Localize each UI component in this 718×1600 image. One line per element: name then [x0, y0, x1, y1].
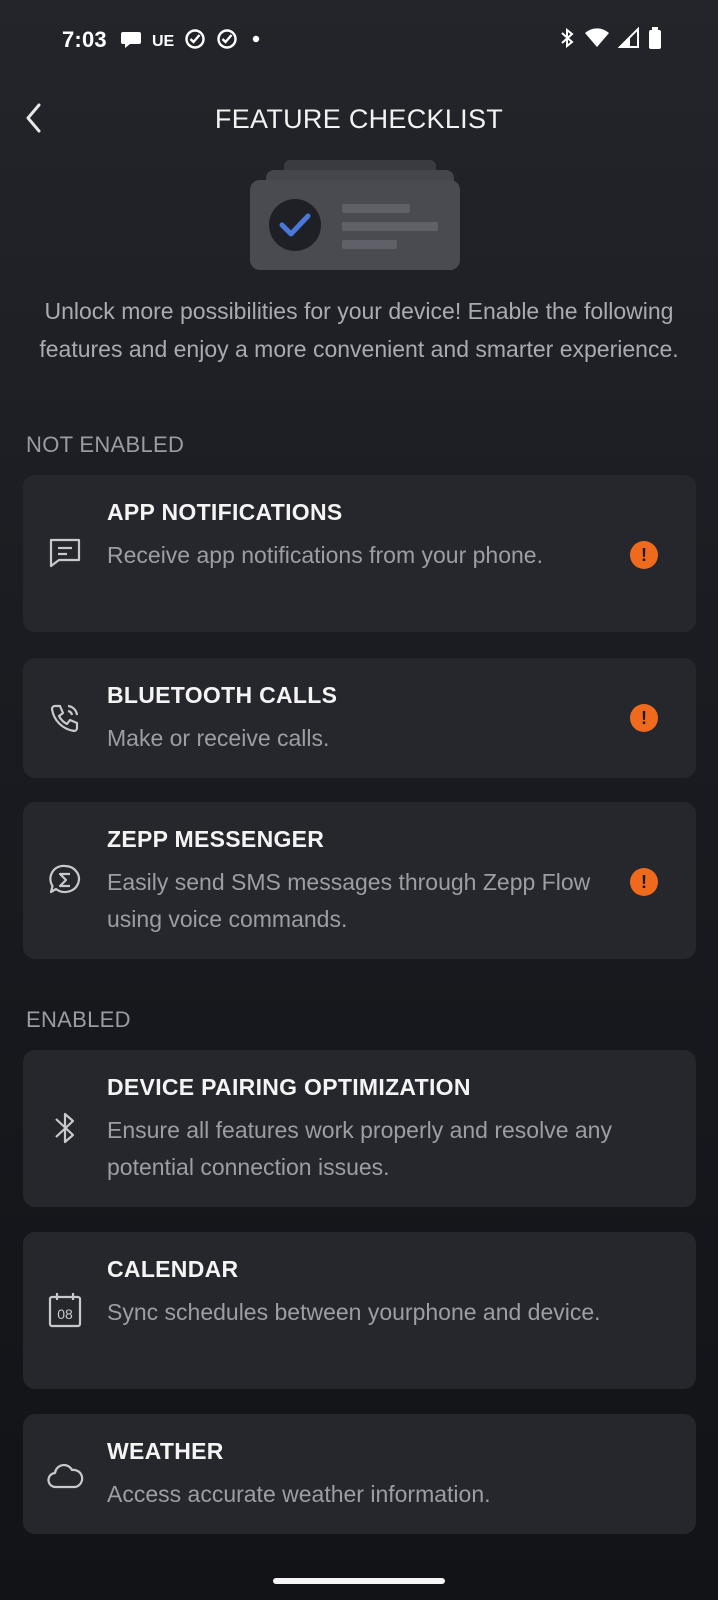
feature-title: DEVICE PAIRING OPTIMIZATION — [107, 1074, 471, 1100]
section-label-enabled: ENABLED — [26, 1007, 131, 1032]
page-title: FEATURE CHECKLIST — [214, 104, 504, 134]
checklist-illustration — [250, 158, 470, 276]
feature-description: Easily send SMS messages through Zepp Fl… — [107, 869, 591, 932]
message-square-icon — [45, 533, 85, 573]
cloud-icon — [45, 1456, 85, 1496]
feature-title: ZEPP MESSENGER — [107, 826, 325, 852]
feature-title: WEATHER — [107, 1438, 224, 1464]
bluetooth-icon — [558, 26, 576, 55]
sigma-chat-icon — [45, 860, 85, 900]
bluetooth-icon — [45, 1108, 85, 1148]
signal-icon — [617, 26, 640, 54]
calendar-icon-text: 08 — [57, 1306, 73, 1322]
feature-card-zepp-messenger[interactable]: ZEPP MESSENGER Easily send SMS messages … — [23, 802, 696, 959]
header: FEATURE CHECKLIST — [0, 90, 718, 150]
warning-icon: ! — [630, 541, 658, 569]
warning-icon: ! — [630, 704, 658, 732]
intro-text: Unlock more possibilities for your devic… — [39, 298, 679, 362]
status-right-icons — [558, 26, 662, 55]
status-time: 7:03 — [62, 27, 107, 52]
feature-card-bluetooth-calls[interactable]: BLUETOOTH CALLS Make or receive calls. ! — [23, 658, 696, 778]
feature-card-device-pairing[interactable]: DEVICE PAIRING OPTIMIZATION Ensure all f… — [23, 1050, 696, 1207]
check-circle-icon — [216, 28, 238, 55]
battery-icon — [648, 26, 662, 55]
feature-description: Make or receive calls. — [107, 725, 330, 751]
feature-description: Sync schedules between yourphone and dev… — [107, 1299, 601, 1325]
status-bar: 7:03 UE — [0, 0, 718, 84]
chat-bubble-icon — [120, 29, 142, 54]
feature-card-calendar[interactable]: 08 CALENDAR Sync schedules between yourp… — [23, 1232, 696, 1389]
calendar-icon: 08 — [45, 1290, 85, 1330]
feature-description: Receive app notifications from your phon… — [107, 542, 543, 568]
feature-description: Ensure all features work properly and re… — [107, 1117, 612, 1180]
phone-call-icon — [45, 698, 85, 738]
wifi-icon — [584, 27, 610, 54]
feature-title: BLUETOOTH CALLS — [107, 682, 338, 708]
feature-card-app-notifications[interactable]: APP NOTIFICATIONS Receive app notificati… — [23, 475, 696, 632]
feature-card-weather[interactable]: WEATHER Access accurate weather informat… — [23, 1414, 696, 1534]
feature-description: Access accurate weather information. — [107, 1481, 491, 1507]
dot-icon — [248, 31, 264, 52]
status-ue-text: UE — [152, 32, 175, 50]
feature-title: APP NOTIFICATIONS — [107, 499, 343, 525]
warning-icon: ! — [630, 868, 658, 896]
status-left-icons: UE — [120, 28, 264, 55]
section-label-not-enabled: NOT ENABLED — [26, 432, 185, 457]
home-indicator[interactable] — [273, 1578, 445, 1584]
check-circle-icon — [184, 28, 206, 55]
feature-title: CALENDAR — [107, 1256, 239, 1282]
